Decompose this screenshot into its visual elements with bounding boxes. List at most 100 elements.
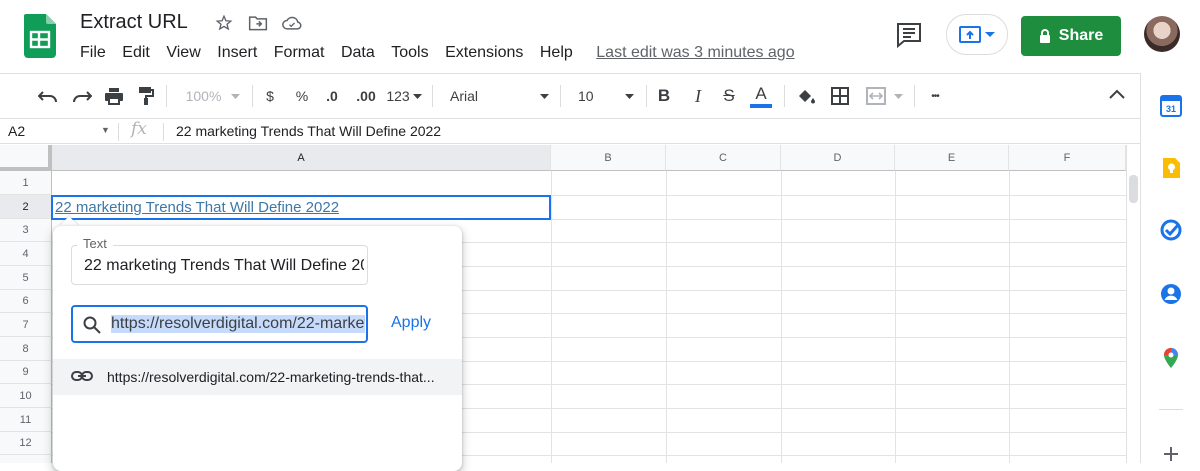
share-button[interactable]: Share (1021, 16, 1121, 56)
column-header-f[interactable]: F (1009, 145, 1126, 171)
menu-format[interactable]: Format (274, 44, 325, 62)
toolbar: 100% $ % .0 .00 123 Arial 10 B I S A ••• (0, 73, 1140, 117)
font-value: Arial (450, 88, 479, 104)
menu-file[interactable]: File (80, 44, 106, 62)
grid-line (666, 171, 667, 463)
merge-cells-select[interactable] (860, 74, 908, 118)
decrease-decimal-button[interactable]: .0 (320, 74, 344, 118)
row-header-4[interactable]: 4 (0, 242, 52, 266)
zoom-value: 100% (185, 88, 222, 104)
format-percent-button[interactable]: % (292, 74, 312, 118)
increase-decimal-button[interactable]: .00 (352, 74, 380, 118)
row-header-7[interactable]: 7 (0, 313, 52, 337)
app-header: Extract URL File Edit View Insert Format… (0, 0, 1200, 72)
redo-icon[interactable] (70, 74, 94, 118)
link-icon (71, 371, 93, 381)
row-header-12[interactable]: 12 (0, 432, 52, 455)
avatar[interactable] (1144, 16, 1180, 52)
print-icon[interactable] (102, 74, 126, 118)
formula-bar: A2 ▼ fx 22 marketing Trends That Will De… (0, 118, 1140, 144)
row-header-6[interactable]: 6 (0, 290, 52, 313)
column-header-e[interactable]: E (895, 145, 1009, 171)
link-url-input[interactable]: https://resolverdigital.com/22-marketing… (71, 305, 368, 343)
calendar-icon[interactable]: 31 (1160, 95, 1182, 117)
italic-button[interactable]: I (688, 74, 708, 118)
maps-icon[interactable] (1160, 347, 1182, 369)
undo-icon[interactable] (36, 74, 60, 118)
name-box[interactable]: A2 (8, 123, 25, 139)
menu-view[interactable]: View (166, 44, 200, 62)
menu-tools[interactable]: Tools (391, 44, 428, 62)
side-panel-divider (1159, 409, 1183, 410)
comment-history-icon[interactable] (895, 22, 923, 48)
borders-icon[interactable] (828, 74, 852, 118)
chevron-down-icon (412, 93, 422, 99)
formula-divider (163, 123, 164, 141)
cloud-saved-icon[interactable] (282, 13, 302, 33)
font-size-value: 10 (578, 88, 594, 104)
strikethrough-button[interactable]: S (718, 74, 740, 118)
column-header-b[interactable]: B (551, 145, 666, 171)
calendar-day: 31 (1166, 104, 1176, 114)
menu-data[interactable]: Data (341, 44, 375, 62)
menu-extensions[interactable]: Extensions (445, 44, 523, 62)
bold-button[interactable]: B (654, 74, 674, 118)
font-size-select[interactable]: 10 (568, 74, 638, 118)
scrollbar-thumb[interactable] (1129, 175, 1138, 203)
keep-icon[interactable] (1160, 157, 1182, 179)
name-box-dropdown-icon[interactable]: ▼ (101, 125, 110, 135)
row-header-8[interactable]: 8 (0, 337, 52, 361)
paint-format-icon[interactable] (134, 74, 158, 118)
vertical-scrollbar[interactable] (1126, 145, 1140, 463)
cell-a2-link[interactable]: 22 marketing Trends That Will Define 202… (55, 199, 339, 216)
toolbar-divider (166, 85, 167, 107)
present-icon (959, 25, 981, 43)
row-header-10[interactable]: 10 (0, 384, 52, 408)
contacts-icon[interactable] (1160, 283, 1182, 305)
more-options-button[interactable]: ••• (922, 74, 948, 118)
add-ons-plus-icon[interactable] (1160, 443, 1182, 465)
move-to-folder-icon[interactable] (248, 13, 268, 33)
star-icon[interactable] (214, 13, 234, 33)
document-title[interactable]: Extract URL (80, 11, 188, 34)
fill-color-icon[interactable] (794, 74, 818, 118)
column-header-c[interactable]: C (666, 145, 781, 171)
row-header-9[interactable]: 9 (0, 361, 52, 384)
text-color-button[interactable]: A (748, 74, 774, 118)
apply-button[interactable]: Apply (391, 314, 431, 332)
tasks-icon[interactable] (1160, 219, 1182, 241)
font-select[interactable]: Arial (440, 74, 555, 118)
merge-cells-icon (865, 87, 886, 105)
chevron-down-icon (985, 31, 995, 37)
row-header-2[interactable]: 2 (0, 195, 52, 219)
column-header-a[interactable]: A (52, 145, 551, 171)
menu-help[interactable]: Help (540, 44, 573, 62)
menu-edit[interactable]: Edit (122, 44, 150, 62)
row-header-1[interactable]: 1 (0, 171, 52, 195)
link-url-value[interactable]: https://resolverdigital.com/22-marketing… (111, 315, 365, 333)
row-header-11[interactable]: 11 (0, 408, 52, 432)
menu-insert[interactable]: Insert (217, 44, 257, 62)
present-button[interactable] (946, 14, 1008, 55)
formula-input[interactable]: 22 marketing Trends That Will Define 202… (176, 123, 441, 139)
last-edit-link[interactable]: Last edit was 3 minutes ago (596, 44, 794, 62)
chevron-down-icon (625, 93, 634, 99)
row-header-5[interactable]: 5 (0, 266, 52, 290)
row-header-13[interactable] (0, 455, 52, 463)
link-text-field[interactable]: 22 marketing Trends That Will Define 202… (71, 245, 368, 285)
share-label: Share (1058, 27, 1104, 44)
link-suggestion[interactable]: https://resolverdigital.com/22-marketing… (53, 359, 462, 395)
column-header-d[interactable]: D (781, 145, 895, 171)
link-text-value[interactable]: 22 marketing Trends That Will Define 202… (84, 257, 364, 275)
zoom-select[interactable]: 100% (178, 74, 248, 118)
toolbar-divider (784, 85, 785, 107)
more-formats-select[interactable]: 123 (384, 74, 424, 118)
format-currency-button[interactable]: $ (260, 74, 280, 118)
select-all-corner[interactable] (0, 145, 52, 171)
menu-bar: File Edit View Insert Format Data Tools … (80, 44, 795, 62)
row-header-3[interactable]: 3 (0, 219, 52, 242)
sheets-logo-icon[interactable] (24, 14, 56, 58)
collapse-menus-icon[interactable] (1109, 86, 1125, 104)
insert-link-popup: 22 marketing Trends That Will Define 202… (53, 226, 462, 471)
grid-line (895, 171, 896, 463)
